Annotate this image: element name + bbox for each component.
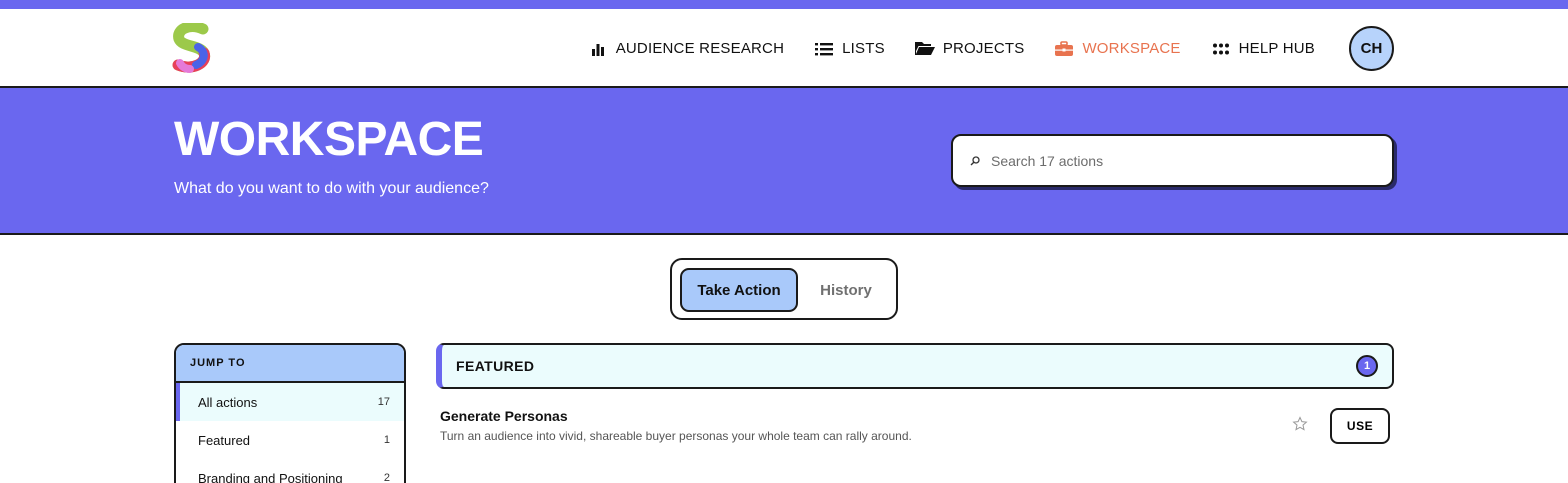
- nav-projects[interactable]: PROJECTS: [914, 40, 1025, 57]
- sidebar-item-label: All actions: [198, 394, 258, 410]
- sidebar-item-all-actions[interactable]: All actions 17: [176, 383, 404, 421]
- count-badge: 1: [1356, 355, 1378, 377]
- main-nav: AUDIENCE RESEARCH LISTS PROJECTS WORKSPA…: [558, 9, 1394, 88]
- view-tabs: Take Action History: [670, 258, 898, 320]
- nav-lists[interactable]: LISTS: [814, 40, 885, 57]
- user-avatar[interactable]: CH: [1349, 26, 1394, 71]
- star-icon[interactable]: [1292, 416, 1308, 432]
- page-title: WORKSPACE: [174, 113, 484, 166]
- sidebar-item-label: Branding and Positioning: [198, 470, 343, 483]
- sidebar-item-branding-positioning[interactable]: Branding and Positioning 2: [176, 459, 404, 483]
- sidebar-item-count: 2: [383, 472, 390, 483]
- hero-banner: WORKSPACE What do you want to do with yo…: [0, 88, 1568, 235]
- nav-label: AUDIENCE RESEARCH: [615, 40, 785, 57]
- nav-label: HELP HUB: [1238, 40, 1315, 57]
- app-logo[interactable]: [170, 23, 214, 75]
- sidebar-item-count: 17: [377, 396, 390, 408]
- nav-label: WORKSPACE: [1082, 40, 1181, 57]
- sidebar-heading: JUMP TO: [176, 345, 404, 383]
- jump-to-sidebar: JUMP TO All actions 17 Featured 1 Brandi…: [174, 343, 406, 483]
- nav-label: LISTS: [842, 40, 885, 57]
- folder-icon: [914, 41, 935, 57]
- search-input[interactable]: [991, 152, 1371, 169]
- search-box[interactable]: [951, 134, 1394, 187]
- sidebar-item-label: Featured: [198, 432, 251, 448]
- top-accent-strip: [0, 0, 1568, 9]
- briefcase-icon: [1054, 40, 1074, 57]
- nav-help-hub[interactable]: HELP HUB: [1211, 40, 1315, 57]
- tab-history[interactable]: History: [808, 268, 884, 312]
- use-button[interactable]: USE: [1330, 408, 1390, 444]
- action-name: Generate Personas: [440, 408, 568, 424]
- page-subtitle: What do you want to do with your audienc…: [174, 180, 489, 197]
- featured-section-header[interactable]: FEATURED 1: [436, 343, 1394, 389]
- navbar: AUDIENCE RESEARCH LISTS PROJECTS WORKSPA…: [0, 9, 1568, 88]
- tab-take-action[interactable]: Take Action: [680, 268, 798, 312]
- search-icon: [970, 155, 980, 165]
- action-description: Turn an audience into vivid, shareable b…: [440, 429, 912, 443]
- nav-audience-research[interactable]: AUDIENCE RESEARCH: [588, 40, 784, 57]
- list-icon: [814, 41, 834, 57]
- sidebar-item-count: 1: [383, 434, 390, 446]
- bar-chart-icon: [588, 41, 608, 57]
- grid-icon: [1211, 41, 1231, 57]
- nav-label: PROJECTS: [942, 40, 1025, 57]
- nav-workspace[interactable]: WORKSPACE: [1054, 40, 1180, 57]
- action-row: Generate Personas Turn an audience into …: [440, 406, 1390, 454]
- section-title: FEATURED: [456, 358, 535, 374]
- sidebar-item-featured[interactable]: Featured 1: [176, 421, 404, 459]
